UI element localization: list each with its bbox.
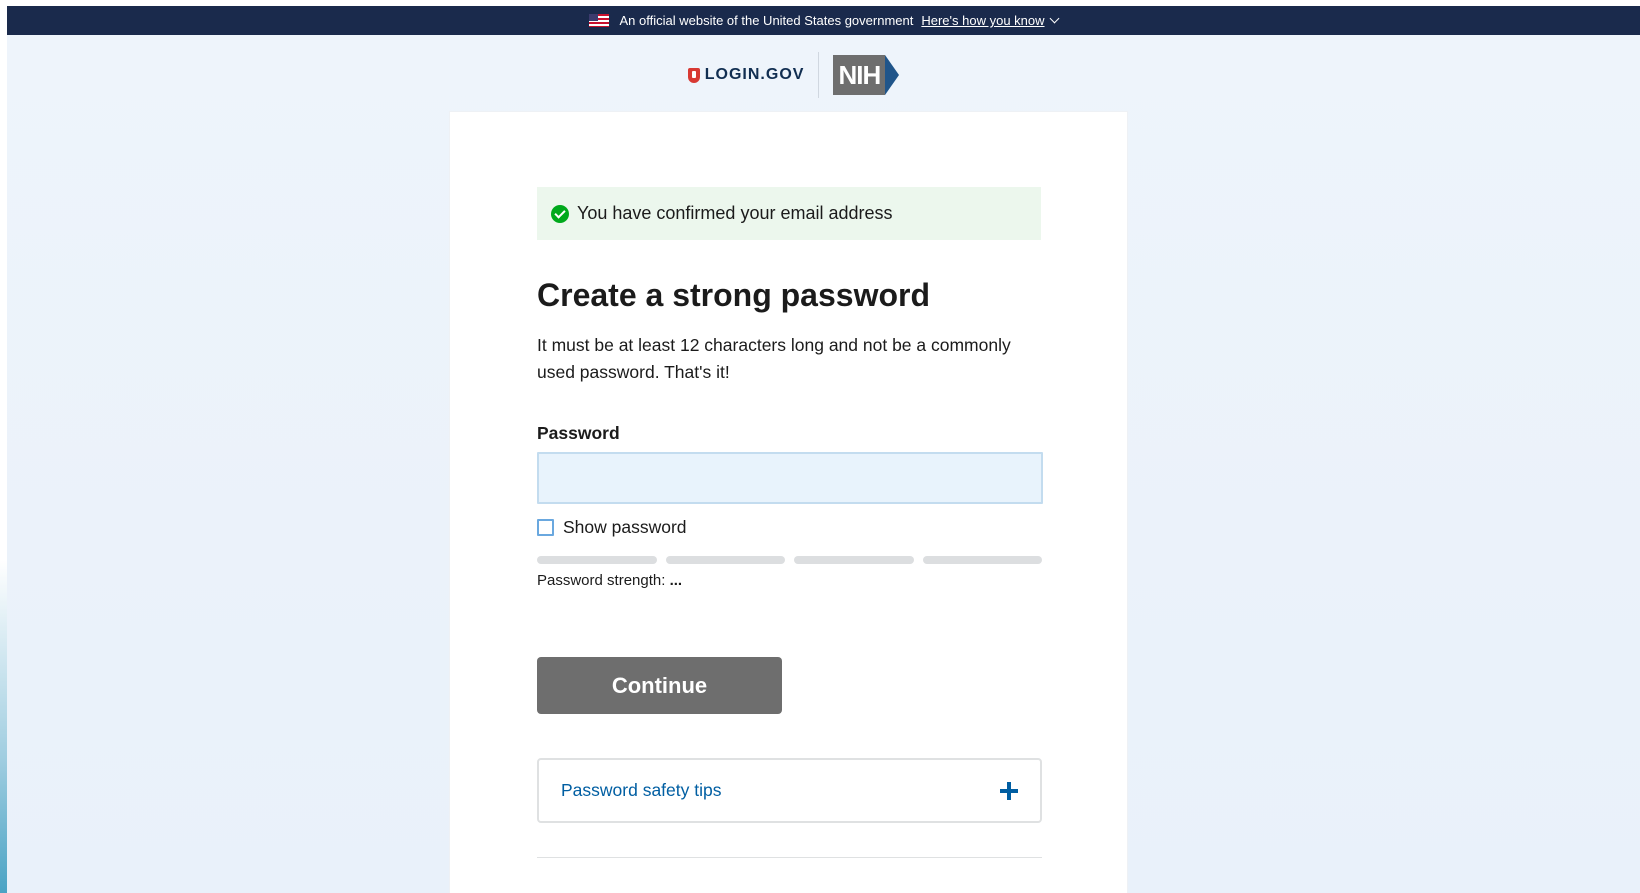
login-gov-logo: LOGIN.GOV — [687, 52, 820, 98]
shield-icon — [687, 67, 700, 83]
nih-wordmark: NIH — [833, 55, 886, 95]
page-frame: An official website of the United States… — [7, 6, 1640, 893]
password-strength-value: ... — [669, 572, 683, 589]
password-card: You have confirmed your email address Cr… — [450, 112, 1127, 893]
gov-banner: An official website of the United States… — [7, 6, 1640, 35]
nih-logo: NIH — [833, 55, 900, 95]
divider — [537, 857, 1042, 858]
background-edge — [0, 560, 7, 893]
login-gov-wordmark: LOGIN.GOV — [704, 66, 805, 83]
logo-bar: LOGIN.GOV NIH — [7, 52, 1640, 98]
password-requirements-text: It must be at least 12 characters long a… — [537, 335, 1011, 382]
show-password-label: Show password — [563, 517, 687, 537]
strength-bar — [794, 556, 914, 564]
strength-bar — [922, 556, 1042, 564]
password-strength-meter — [537, 556, 1042, 564]
show-password-toggle[interactable]: Show password — [537, 517, 687, 538]
password-strength-text: Password strength: ... — [537, 572, 682, 589]
success-alert: You have confirmed your email address — [537, 187, 1041, 240]
check-circle-icon — [551, 204, 569, 223]
nih-chevron-icon — [885, 55, 900, 95]
continue-button[interactable]: Continue — [537, 657, 782, 714]
page-title: Create a strong password — [537, 277, 930, 313]
password-label: Password — [537, 423, 620, 443]
chevron-down-icon — [1049, 13, 1059, 24]
password-input[interactable] — [537, 452, 1043, 504]
password-safety-tips-label: Password safety tips — [561, 780, 722, 800]
strength-bar — [537, 556, 657, 564]
show-password-checkbox[interactable] — [537, 519, 554, 536]
success-alert-text: You have confirmed your email address — [577, 203, 893, 223]
gov-banner-text: An official website of the United States… — [619, 13, 914, 28]
password-safety-tips-accordion[interactable]: Password safety tips — [537, 758, 1042, 823]
us-flag-icon — [589, 14, 610, 27]
heres-how-you-know-label: Here's how you know — [921, 13, 1045, 28]
password-strength-label: Password strength: — [537, 572, 666, 589]
plus-icon — [1000, 781, 1018, 800]
heres-how-you-know-link[interactable]: Here's how you know — [921, 13, 1059, 28]
strength-bar — [665, 556, 785, 564]
